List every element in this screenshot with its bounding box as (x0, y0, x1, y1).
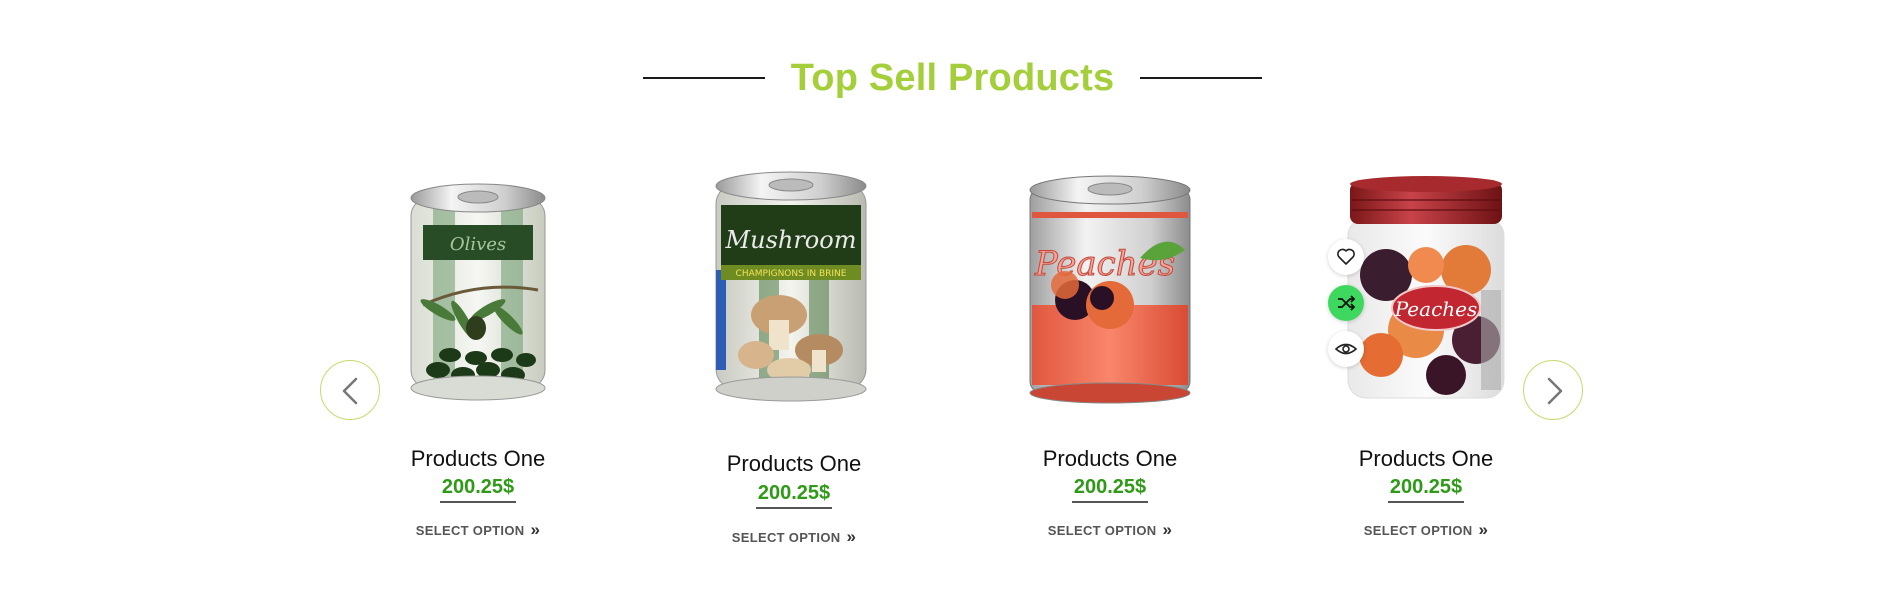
product-price: 200.25$ (1389, 476, 1463, 498)
double-chevron-right-icon: » (846, 527, 857, 546)
select-option-label: SELECT OPTION (1047, 523, 1157, 538)
product-price: 200.25$ (757, 482, 831, 504)
heart-icon (1337, 248, 1355, 265)
select-option-button[interactable]: SELECT OPTION » (1276, 520, 1576, 540)
double-chevron-right-icon: » (1478, 520, 1489, 539)
heading-divider-left (643, 77, 765, 79)
can-sublabel-text: CHAMPIGNONS IN BRINE (736, 269, 847, 279)
product-name[interactable]: Products One (1276, 446, 1576, 472)
section-title: Top Sell Products (790, 57, 1115, 99)
product-image[interactable]: Mushroom CHAMPIGNONS IN BRINE (694, 170, 894, 410)
product-name[interactable]: Products One (960, 446, 1260, 472)
product-image[interactable]: Peaches (1010, 170, 1210, 410)
wishlist-button[interactable] (1328, 239, 1364, 275)
double-chevron-right-icon: » (530, 520, 541, 539)
double-chevron-right-icon: » (1162, 520, 1173, 539)
can-label-text: Olives (450, 234, 506, 255)
price-underline (1072, 501, 1148, 503)
select-option-button[interactable]: SELECT OPTION » (960, 520, 1260, 540)
shuffle-icon (1338, 295, 1356, 311)
product-price: 200.25$ (441, 476, 515, 498)
product-name[interactable]: Products One (644, 451, 944, 477)
product-name[interactable]: Products One (328, 446, 628, 472)
select-option-button[interactable]: SELECT OPTION » (644, 527, 944, 547)
product-card[interactable]: Peaches Products One 200.25$ SELECT OPTI… (960, 170, 1260, 560)
select-option-label: SELECT OPTION (731, 530, 841, 545)
chevron-right-icon (1547, 377, 1563, 405)
product-image[interactable]: Peaches (1326, 170, 1526, 410)
can-label-text: Mushroom (725, 226, 857, 254)
heading-divider-right (1140, 77, 1262, 79)
select-option-label: SELECT OPTION (1363, 523, 1473, 538)
product-price: 200.25$ (1073, 476, 1147, 498)
can-label-text: Peaches (1394, 297, 1478, 321)
select-option-label: SELECT OPTION (415, 523, 525, 538)
price-underline (440, 501, 516, 503)
product-image[interactable]: Olives (378, 170, 578, 410)
section-heading: Top Sell Products (0, 50, 1885, 110)
carousel-next-button[interactable] (1523, 360, 1583, 420)
compare-button[interactable] (1328, 285, 1364, 321)
price-underline (1388, 501, 1464, 503)
price-underline (756, 507, 832, 509)
eye-icon (1334, 343, 1358, 355)
product-card[interactable]: Olives Products One 200.25$ SELECT OPTIO… (328, 170, 628, 560)
select-option-button[interactable]: SELECT OPTION » (328, 520, 628, 540)
quick-view-button[interactable] (1328, 331, 1364, 367)
product-card[interactable]: Mushroom CHAMPIGNONS IN BRINE Products O… (644, 170, 944, 560)
